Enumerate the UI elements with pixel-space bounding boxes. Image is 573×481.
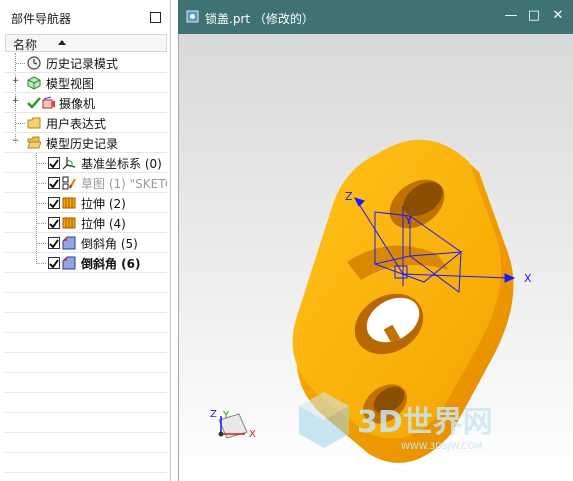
part-navigator: 部件导航器 名称 历史记录模式 + 模型视图 + 摄像机 用户表达式 − 模型历… (0, 0, 171, 481)
navigator-title: 部件导航器 (11, 12, 72, 26)
triad-y-label: Y (222, 410, 230, 421)
visibility-checkbox[interactable] (48, 177, 60, 189)
tree-item-history-mode[interactable]: 历史记录模式 (5, 53, 167, 73)
tree-item-user-expressions[interactable]: 用户表达式 (5, 113, 167, 133)
graphics-window-title: 锁盖.prt （修改的） (205, 12, 314, 26)
tree-item-sketch[interactable]: 草图 (1) "SKETCH_000" (5, 173, 167, 193)
folder-icon (27, 117, 41, 129)
tree-item-model-views[interactable]: + 模型视图 (5, 73, 167, 93)
folder-open-icon (27, 136, 41, 149)
app-window: 部件导航器 名称 历史记录模式 + 模型视图 + 摄像机 用户表达式 − 模型历… (0, 0, 573, 481)
navigator-tree: 历史记录模式 + 模型视图 + 摄像机 用户表达式 − 模型历史记录 基准坐标系… (5, 53, 167, 481)
tree-connector (37, 183, 46, 184)
tree-item-label: 摄像机 (59, 97, 96, 111)
navigator-title-bar: 部件导航器 (0, 0, 171, 34)
empty-row (5, 453, 167, 473)
empty-row (5, 293, 167, 313)
tree-connector (16, 123, 25, 124)
tree-item-label: 模型视图 (46, 77, 95, 91)
model-view-icon (27, 76, 41, 90)
close-icon[interactable]: ✕ (550, 8, 566, 24)
3d-viewport[interactable]: X Y Z X Y Z 3D世界网 WWW.3DSJW.COM (178, 34, 573, 481)
triad-x-label: X (249, 429, 256, 440)
datum-csys-icon (62, 157, 76, 170)
clock-icon (27, 56, 41, 70)
chamfer-icon (62, 256, 76, 270)
tree-item-label: 模型历史记录 (46, 137, 119, 151)
maximize-icon[interactable]: □ (526, 8, 542, 24)
tree-item-label: 历史记录模式 (46, 57, 119, 71)
empty-row (5, 373, 167, 393)
visibility-checkbox[interactable] (48, 257, 60, 269)
tree-item-label: 拉伸 (4) (81, 217, 126, 231)
axis-z-label: Z (345, 190, 353, 203)
empty-row (5, 433, 167, 453)
checkmark-icon (27, 97, 41, 109)
expand-plus-icon[interactable]: + (11, 97, 20, 106)
tree-item-extrude-2[interactable]: 拉伸 (2) (5, 193, 167, 213)
tree-connector (16, 63, 25, 64)
watermark-text: 3D世界网 (357, 405, 493, 440)
restore-icon[interactable] (150, 12, 161, 23)
sketch-icon (62, 176, 76, 190)
checkbox-check-icon (49, 259, 59, 269)
tree-connector (37, 223, 46, 224)
graphics-title-bar: 锁盖.prt （修改的） — □ ✕ (178, 0, 573, 34)
visibility-checkbox[interactable] (48, 197, 60, 209)
checkbox-check-icon (49, 159, 59, 169)
checkbox-check-icon (49, 219, 59, 229)
tree-item-chamfer-6[interactable]: 倒斜角 (6) (5, 253, 167, 273)
tree-item-extrude-4[interactable]: 拉伸 (4) (5, 213, 167, 233)
tree-connector (37, 203, 46, 204)
tree-item-label: 倒斜角 (6) (81, 257, 141, 271)
visibility-checkbox[interactable] (48, 157, 60, 169)
tree-connector (37, 163, 46, 164)
empty-row (5, 273, 167, 293)
watermark-url: WWW.3DSJW.COM (401, 442, 482, 452)
tree-item-label: 拉伸 (2) (81, 197, 126, 211)
visibility-checkbox[interactable] (48, 217, 60, 229)
empty-row (5, 333, 167, 353)
empty-row (5, 413, 167, 433)
collapse-minus-icon[interactable]: − (11, 137, 20, 146)
tree-item-chamfer-5[interactable]: 倒斜角 (5) (5, 233, 167, 253)
chamfer-icon (62, 236, 76, 250)
checkbox-check-icon (49, 239, 59, 249)
tree-item-datum-csys[interactable]: 基准坐标系 (0) (5, 153, 167, 173)
tree-item-label: 基准坐标系 (0) (81, 157, 162, 171)
viewport-canvas: X Y Z X Y Z 3D世界网 WWW.3DSJW.COM (210, 139, 532, 463)
tree-item-cameras[interactable]: + 摄像机 (5, 93, 167, 113)
empty-row (5, 393, 167, 413)
checkbox-check-icon (49, 179, 59, 189)
part-file-icon (186, 10, 199, 23)
graphics-window: 锁盖.prt （修改的） — □ ✕ X Y Z X Y Z 3D世界网 WWW… (178, 0, 573, 481)
expand-plus-icon[interactable]: + (11, 77, 20, 86)
column-header-name[interactable]: 名称 (5, 34, 167, 52)
tree-connector (37, 243, 46, 244)
sort-ascending-icon (58, 40, 66, 45)
empty-row (5, 313, 167, 333)
tree-connector (37, 263, 46, 264)
extrude-icon (62, 217, 76, 229)
triad-z-label: Z (210, 409, 217, 420)
tree-item-label: 草图 (1) "SKETCH_000" (81, 177, 167, 191)
tree-item-label: 用户表达式 (46, 117, 107, 131)
checkbox-check-icon (49, 199, 59, 209)
tree-item-label: 倒斜角 (5) (81, 237, 138, 251)
visibility-checkbox[interactable] (48, 237, 60, 249)
empty-row (5, 353, 167, 373)
extrude-icon (62, 197, 76, 209)
minimize-icon[interactable]: — (503, 8, 519, 24)
axis-y-label: Y (404, 214, 412, 227)
axis-x-label: X (524, 272, 532, 285)
column-header-label: 名称 (13, 38, 38, 52)
camera-icon (42, 96, 55, 109)
tree-item-model-history[interactable]: − 模型历史记录 (5, 133, 167, 153)
